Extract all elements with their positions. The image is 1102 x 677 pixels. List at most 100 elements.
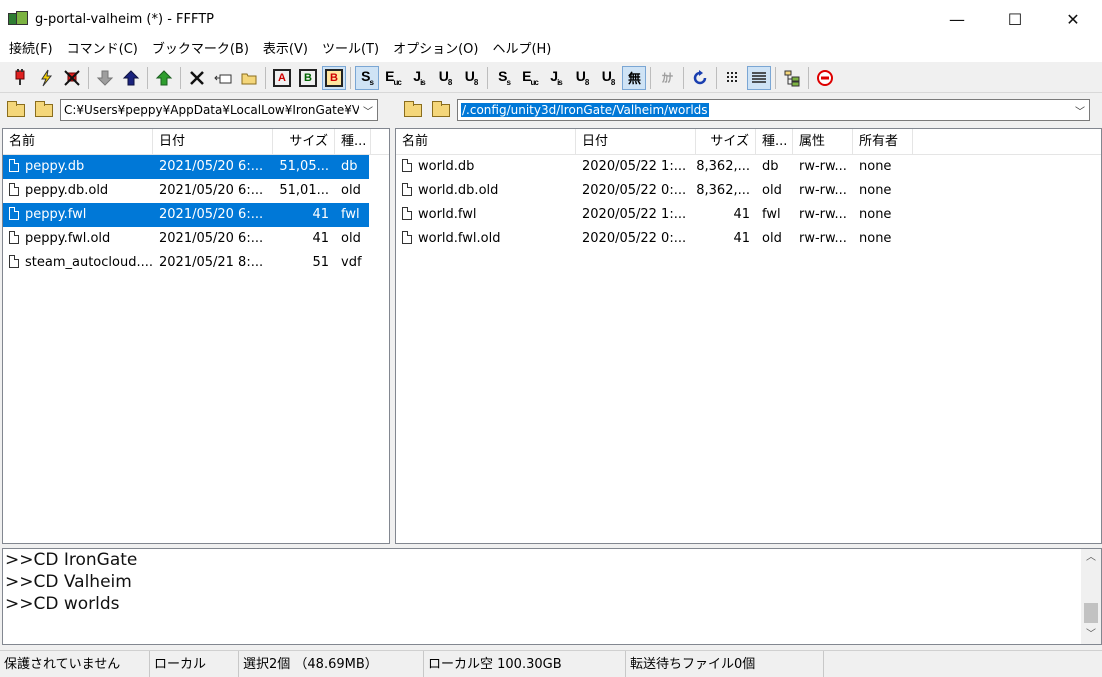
chevron-down-icon[interactable]: ﹀ [359,103,377,118]
local-euc-button[interactable]: Euc [518,66,542,90]
scrollbar-thumb[interactable] [1084,603,1098,623]
menu-bookmark[interactable]: ブックマーク(B) [145,38,256,62]
file-name-text: peppy.fwl [25,207,87,222]
chevron-down-icon[interactable]: ﹀ [1071,103,1089,118]
remote-path-combo[interactable]: /.config/unity3d/IronGate/Valheim/worlds… [457,99,1090,121]
column-type[interactable]: 種... [335,129,371,155]
log-scrollbar[interactable]: ︿ ﹀ [1081,549,1101,644]
column-size[interactable]: サイズ [696,129,756,155]
local-path-combo[interactable]: C:¥Users¥peppy¥AppData¥LocalLow¥IronGate… [60,99,378,121]
ffftp-app-icon [8,10,30,28]
new-folder-button[interactable] [237,66,261,90]
disconnect-button[interactable] [60,66,84,90]
file-row[interactable]: world.db 2020/05/22 1:... 8,362,... db r… [396,155,1101,179]
host-euc-button[interactable]: Euc [381,66,405,90]
status-security: 保護されていません [0,650,150,677]
file-owner: none [859,231,892,246]
file-attributes: rw-rw... [799,207,847,222]
column-size[interactable]: サイズ [273,129,335,155]
remote-path-value: /.config/unity3d/IronGate/Valheim/worlds [458,103,1071,117]
quick-connect-button[interactable] [34,66,58,90]
column-owner[interactable]: 所有者 [853,129,913,155]
menu-command[interactable]: コマンド(C) [60,38,145,62]
file-size: 41 [312,231,329,246]
status-bar: 保護されていません ローカル 選択2個 （48.69MB） ローカル空 100.… [0,650,1102,677]
abort-button[interactable] [813,66,837,90]
menu-help[interactable]: ヘルプ(H) [485,38,558,62]
auto-mode-button[interactable]: B [322,65,346,90]
euc-label: E [385,68,394,85]
column-date[interactable]: 日付 [153,129,273,155]
file-row[interactable]: peppy.db 2021/05/20 6:... 51,05... db [3,155,369,179]
host-utf8bom-button[interactable]: U8 [459,66,483,90]
ascii-mode-icon: A [273,68,291,87]
local-utf8bom-button[interactable]: U8 [596,66,620,90]
rename-button[interactable] [211,66,235,90]
binary-mode-button[interactable]: B [296,66,320,90]
file-row[interactable]: steam_autocloud.... 2021/05/21 8:... 51 … [3,251,389,275]
rename-icon [214,74,232,83]
toolbar-separator [683,66,684,89]
file-row[interactable]: peppy.db.old 2021/05/20 6:... 51,01... o… [3,179,389,203]
file-owner: none [859,159,892,174]
file-row[interactable]: world.db.old 2020/05/22 0:... 8,362,... … [396,179,1101,203]
delete-button[interactable] [185,66,209,90]
toolbar-separator [808,66,809,89]
lightning-plug-icon [41,69,53,86]
connect-button[interactable] [8,66,32,90]
local-utf8n-button[interactable]: U8 [570,66,594,90]
menu-view[interactable]: 表示(V) [256,38,315,62]
file-row[interactable]: world.fwl.old 2020/05/22 0:... 41 old rw… [396,227,1101,251]
file-date: 2021/05/20 6:... [159,183,264,198]
no-conversion-button[interactable]: 無 [622,65,646,90]
file-row[interactable]: world.fwl 2020/05/22 1:... 41 fwl rw-rw.… [396,203,1101,227]
refresh-button[interactable] [688,66,712,90]
host-sjis-button[interactable]: Ss [355,65,379,90]
host-utf8n-button[interactable]: U8 [433,66,457,90]
file-name-text: peppy.db.old [25,183,109,198]
download-button[interactable] [93,66,117,90]
kana-conversion-button[interactable]: ｶﾅ [655,66,679,90]
folder-up-icon [404,100,422,117]
column-name[interactable]: 名前 [3,129,153,155]
maximize-button[interactable]: ☐ [986,0,1044,38]
local-path-value: C:¥Users¥peppy¥AppData¥LocalLow¥IronGate… [64,103,359,117]
status-local-free: ローカル空 100.30GB [424,650,626,677]
file-row[interactable]: peppy.fwl.old 2021/05/20 6:... 41 old [3,227,389,251]
local-file-list[interactable]: 名前 日付 サイズ 種... peppy.db 2021/05/20 6:...… [2,128,390,544]
remote-parent-dir-button[interactable] [401,98,425,122]
upload-button[interactable] [119,66,143,90]
menu-tools[interactable]: ツール(T) [315,38,386,62]
column-name[interactable]: 名前 [396,129,576,155]
mirror-upload-button[interactable] [152,66,176,90]
file-date: 2021/05/20 6:... [159,231,264,246]
remote-file-list[interactable]: 名前 日付 サイズ 種... 属性 所有者 world.db 2020/05/2… [395,128,1102,544]
scroll-down-icon[interactable]: ﹀ [1081,626,1101,644]
minimize-button[interactable]: — [928,0,986,38]
host-jis-button[interactable]: Jis [407,66,431,90]
local-jis-button[interactable]: Jis [544,66,568,90]
local-parent-dir-button[interactable] [4,98,28,122]
close-button[interactable]: ✕ [1044,0,1102,38]
menu-connect[interactable]: 接続(F) [2,38,60,62]
column-date[interactable]: 日付 [576,129,696,155]
remote-open-folder-button[interactable] [429,98,453,122]
menu-options[interactable]: オプション(O) [386,38,485,62]
file-row[interactable]: peppy.fwl 2021/05/20 6:... 41 fwl [3,203,369,227]
column-type[interactable]: 種... [756,129,793,155]
file-type: old [341,183,361,198]
file-name-text: peppy.db [25,159,85,174]
tree-view-button[interactable] [780,66,804,90]
list-view-button[interactable] [721,66,745,90]
ascii-mode-button[interactable]: A [270,66,294,90]
log-panel[interactable]: >>CD IronGate >>CD Valheim >>CD worlds ︿… [2,548,1102,645]
file-name: world.db [396,155,576,179]
detail-view-button[interactable] [747,65,771,90]
scroll-up-icon[interactable]: ︿ [1081,549,1101,567]
window-title: g-portal-valheim (*) - FFFTP [35,11,215,27]
local-open-folder-button[interactable] [32,98,56,122]
local-sjis-button[interactable]: Ss [492,66,516,90]
column-attributes[interactable]: 属性 [793,129,853,155]
utf8bom-icon: U8 [464,68,479,87]
file-date: 2020/05/22 0:... [582,231,687,246]
